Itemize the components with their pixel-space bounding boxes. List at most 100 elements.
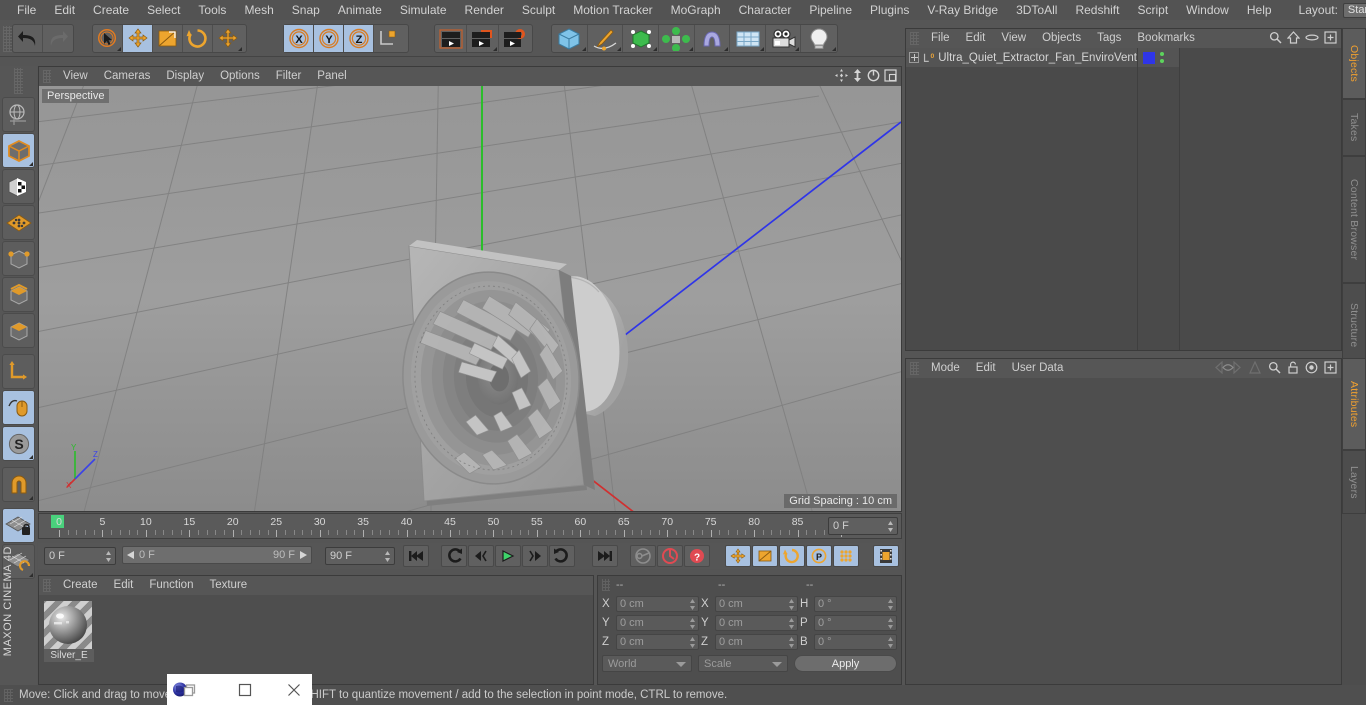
- target-icon[interactable]: [1305, 361, 1318, 377]
- world-object-axis-button[interactable]: [374, 25, 404, 52]
- menu-item-sculpt[interactable]: Sculpt: [513, 0, 564, 20]
- spinner-icon[interactable]: [788, 617, 795, 629]
- model-mode-icon[interactable]: [2, 133, 35, 168]
- add-generator-button[interactable]: [623, 25, 659, 52]
- viewport-menu-options[interactable]: Options: [212, 67, 268, 86]
- end-frame-field[interactable]: 90 F: [325, 547, 395, 565]
- move-tool-button[interactable]: [123, 25, 153, 52]
- menu-item-animate[interactable]: Animate: [329, 0, 391, 20]
- material-tag-icon[interactable]: [1143, 51, 1155, 64]
- polygons-mode-icon[interactable]: [2, 277, 35, 312]
- spinner-icon[interactable]: [887, 617, 894, 629]
- menu-item-select[interactable]: Select: [138, 0, 189, 20]
- expand-toggle-icon[interactable]: [909, 52, 919, 63]
- material-menu-create[interactable]: Create: [55, 576, 106, 595]
- add-spline-button[interactable]: [588, 25, 624, 52]
- attributes-menu-user-data[interactable]: User Data: [1004, 359, 1072, 378]
- object-tree[interactable]: 0 Ultra_Quiet_Extractor_Fan_EnviroVent: [906, 48, 1341, 350]
- spinner-icon[interactable]: [887, 521, 894, 532]
- menu-item-create[interactable]: Create: [84, 0, 138, 20]
- menu-item-v-ray-bridge[interactable]: V-Ray Bridge: [918, 0, 1007, 20]
- current-frame-field[interactable]: 0 F: [44, 547, 116, 565]
- close-window-icon[interactable]: [276, 674, 312, 705]
- menu-item-motion-tracker[interactable]: Motion Tracker: [564, 0, 661, 20]
- menu-item-redshift[interactable]: Redshift: [1066, 0, 1128, 20]
- coordinates-grip[interactable]: [602, 579, 610, 591]
- apply-button[interactable]: Apply: [794, 655, 897, 672]
- maximize-view-icon[interactable]: [884, 69, 897, 85]
- restore-window-icon[interactable]: [227, 674, 263, 705]
- expand-icon[interactable]: [1324, 361, 1337, 377]
- material-menu-function[interactable]: Function: [141, 576, 201, 595]
- vertical-tab-objects[interactable]: Objects: [1342, 28, 1366, 99]
- viewport-menu-display[interactable]: Display: [158, 67, 212, 86]
- menu-item-render[interactable]: Render: [456, 0, 513, 20]
- viewport-menu-cameras[interactable]: Cameras: [96, 67, 159, 86]
- size-field-y[interactable]: 0 cm: [715, 614, 798, 631]
- viewport-grip[interactable]: [43, 70, 51, 83]
- size-field-x[interactable]: 0 cm: [715, 595, 798, 612]
- add-light-button[interactable]: [801, 25, 837, 52]
- go-to-start-button[interactable]: [403, 545, 429, 567]
- material-grip[interactable]: [43, 579, 51, 592]
- home-icon[interactable]: [1286, 31, 1301, 47]
- play-forwards-button[interactable]: [495, 545, 521, 567]
- add-mograph-button[interactable]: [659, 25, 695, 52]
- attributes-menu-edit[interactable]: Edit: [968, 359, 1004, 378]
- scale-tool-button[interactable]: [153, 25, 183, 52]
- attributes-grip[interactable]: [910, 362, 919, 375]
- object-menu-objects[interactable]: Objects: [1034, 29, 1089, 48]
- edges-mode-icon[interactable]: [2, 241, 35, 276]
- range-left-icon[interactable]: [127, 551, 135, 559]
- spinner-icon[interactable]: [384, 551, 391, 562]
- spinner-icon[interactable]: [887, 636, 894, 648]
- add-scene-button[interactable]: [730, 25, 766, 52]
- rotation-field-b[interactable]: 0 °: [814, 633, 897, 650]
- attributes-body[interactable]: [906, 378, 1341, 684]
- range-right-icon[interactable]: [299, 551, 307, 559]
- next-keyframe-button[interactable]: [549, 545, 575, 567]
- add-cube-button[interactable]: [552, 25, 588, 52]
- enable-axis-icon[interactable]: [2, 390, 35, 425]
- rotation-field-h[interactable]: 0 °: [814, 595, 897, 612]
- dolly-icon[interactable]: [852, 69, 863, 85]
- object-menu-bookmarks[interactable]: Bookmarks: [1129, 29, 1203, 48]
- menu-item-file[interactable]: File: [8, 0, 45, 20]
- attributes-menu-mode[interactable]: Mode: [923, 359, 968, 378]
- transform-mode-dropdown[interactable]: Scale: [698, 655, 788, 672]
- floating-window-titlebar[interactable]: [167, 674, 312, 705]
- magnet-icon[interactable]: [2, 467, 35, 502]
- keyframe-selection-button[interactable]: ?: [684, 545, 710, 567]
- visibility-dots[interactable]: [1160, 52, 1164, 63]
- play-backwards-button[interactable]: [468, 545, 494, 567]
- spinner-icon[interactable]: [788, 636, 795, 648]
- axis-z-button[interactable]: Z: [344, 25, 374, 52]
- vertical-tab-takes[interactable]: Takes: [1342, 99, 1366, 156]
- spinner-icon[interactable]: [689, 598, 696, 610]
- material-menu-edit[interactable]: Edit: [106, 576, 142, 595]
- coordinate-system-dropdown[interactable]: World: [602, 655, 692, 672]
- menu-item-plugins[interactable]: Plugins: [861, 0, 918, 20]
- menu-item-snap[interactable]: Snap: [283, 0, 329, 20]
- point-level-animation-button[interactable]: [833, 545, 859, 567]
- position-field-y[interactable]: 0 cm: [616, 614, 699, 631]
- position-field-z[interactable]: 0 cm: [616, 633, 699, 650]
- left-toolbar-grip[interactable]: [14, 68, 23, 94]
- object-menu-tags[interactable]: Tags: [1089, 29, 1129, 48]
- size-field-z[interactable]: 0 cm: [715, 633, 798, 650]
- object-row[interactable]: 0 Ultra_Quiet_Extractor_Fan_EnviroVent: [906, 48, 1137, 67]
- scale-key-button[interactable]: [752, 545, 778, 567]
- max-frame-field[interactable]: 0 F: [828, 517, 898, 535]
- move-axis-tool-button[interactable]: [213, 25, 243, 52]
- add-deformer-button[interactable]: [695, 25, 731, 52]
- axis-y-button[interactable]: Y: [314, 25, 344, 52]
- redo-button[interactable]: [43, 25, 73, 52]
- parameter-key-button[interactable]: P: [806, 545, 832, 567]
- go-to-end-button[interactable]: [592, 545, 618, 567]
- animate-icon[interactable]: [1248, 360, 1262, 377]
- expand-icon[interactable]: [1324, 31, 1337, 47]
- render-settings-button[interactable]: [499, 25, 531, 52]
- texture-mode-icon[interactable]: [2, 169, 35, 204]
- viewport-menu-panel[interactable]: Panel: [309, 67, 354, 86]
- object-menu-edit[interactable]: Edit: [958, 29, 994, 48]
